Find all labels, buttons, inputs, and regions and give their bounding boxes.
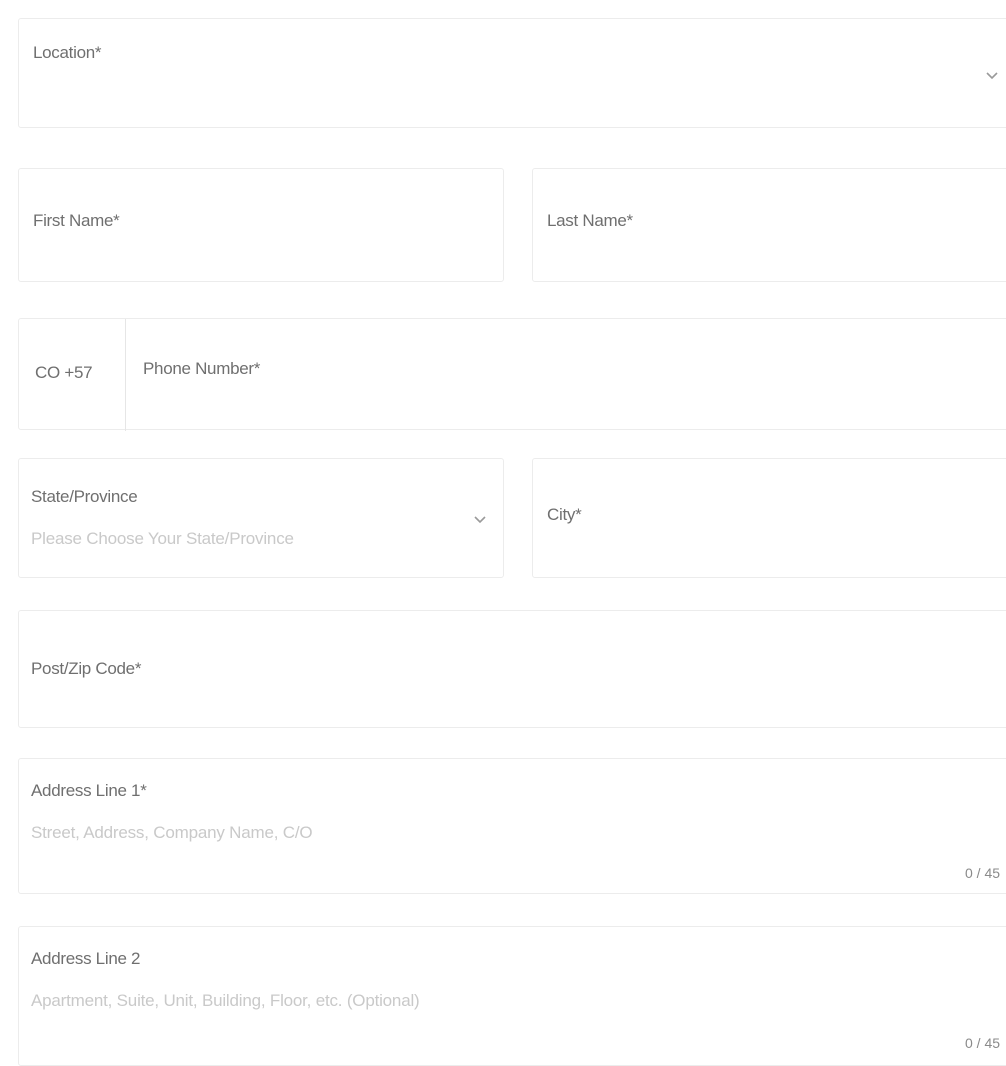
chevron-down-icon bbox=[474, 516, 486, 524]
last-name-label: Last Name* bbox=[547, 211, 633, 230]
location-select[interactable]: Location* bbox=[18, 18, 1006, 128]
country-code-select[interactable]: CO +57 bbox=[35, 363, 93, 383]
address-line-1-counter: 0 / 45 bbox=[965, 865, 1001, 881]
city-field[interactable]: City* bbox=[532, 458, 1006, 578]
address-line-1-field[interactable]: Address Line 1* Street, Address, Company… bbox=[18, 758, 1006, 894]
address-line-2-field[interactable]: Address Line 2 Apartment, Suite, Unit, B… bbox=[18, 926, 1006, 1066]
last-name-field[interactable]: Last Name* bbox=[532, 168, 1006, 282]
city-label: City* bbox=[547, 505, 582, 524]
address-line-2-label: Address Line 2 bbox=[31, 949, 141, 968]
state-province-label: State/Province bbox=[31, 487, 138, 506]
phone-divider bbox=[125, 319, 126, 431]
address-line-1-placeholder: Street, Address, Company Name, C/O bbox=[31, 823, 313, 842]
phone-field[interactable]: CO +57 Phone Number* bbox=[18, 318, 1006, 431]
first-name-label: First Name* bbox=[33, 211, 120, 230]
state-province-select[interactable]: State/Province Please Choose Your State/… bbox=[18, 458, 504, 578]
location-label: Location* bbox=[33, 43, 102, 62]
first-name-field[interactable]: First Name* bbox=[18, 168, 504, 282]
state-province-placeholder: Please Choose Your State/Province bbox=[31, 529, 294, 548]
postcode-label: Post/Zip Code* bbox=[31, 659, 142, 678]
address-line-1-label: Address Line 1* bbox=[31, 781, 147, 800]
postcode-field[interactable]: Post/Zip Code* bbox=[18, 610, 1006, 728]
address-line-2-counter: 0 / 45 bbox=[965, 1035, 1001, 1051]
phone-number-label: Phone Number* bbox=[143, 359, 261, 378]
chevron-down-icon bbox=[986, 72, 998, 80]
address-line-2-placeholder: Apartment, Suite, Unit, Building, Floor,… bbox=[31, 991, 420, 1010]
